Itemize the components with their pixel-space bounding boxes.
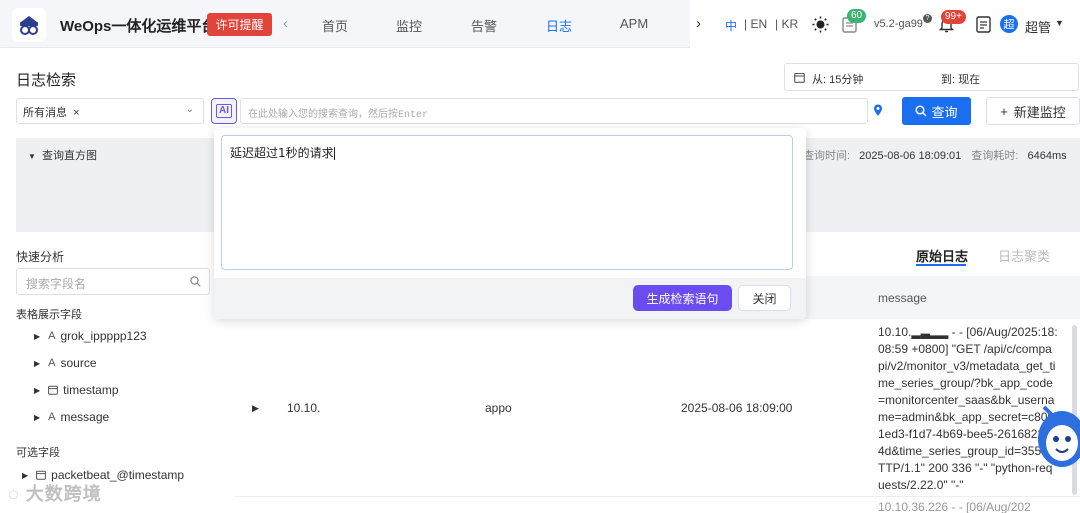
app-title: WeOps一体化运维平台 [60,18,217,35]
chevron-down-icon[interactable]: ⌄ [186,104,194,115]
close-popup-button[interactable]: 关闭 [738,285,791,311]
tab-logs[interactable]: 日志 [546,16,572,35]
field-item-message[interactable]: ▶ A message [34,410,109,424]
caret-right-icon[interactable]: ▶ [34,332,40,341]
plus-icon: + [1000,103,1008,119]
query-meta: 查询时间: 2025-08-06 18:09:01 查询耗时: 6464ms [803,147,1067,163]
text-type-icon: A [48,411,56,423]
ai-query-textarea[interactable]: 延迟超过1秒的请求 [221,135,793,270]
query-time-value: 2025-08-06 18:09:01 [859,150,962,162]
query-duration-value: 6464ms [1027,150,1067,162]
row-message: 10.10.▂▃▂▂ - - [06/Aug/2025:18:08:59 +08… [878,325,1058,492]
active-tab-underline [916,264,966,266]
query-duration-label: 查询耗时: [971,150,1019,162]
calendar-icon [794,72,805,83]
calendar-type-icon [36,470,47,480]
field-item-source[interactable]: ▶ A source [34,356,97,370]
search-icon[interactable] [190,276,201,287]
user-menu-caret-icon[interactable]: ▼ [1055,18,1064,28]
document-icon[interactable] [976,16,991,33]
tab-home[interactable]: 首页 [322,16,348,35]
tab-monitor[interactable]: 监控 [396,16,422,35]
user-name[interactable]: 超管 [1025,17,1051,36]
time-range-picker[interactable]: 从: 15分钟 到: 现在 [784,63,1079,91]
remove-tag-icon[interactable]: × [73,107,79,119]
row-source: appo [485,401,512,415]
caret-right-icon[interactable]: ▶ [34,359,40,368]
ai-label: AI [216,104,232,118]
field-name: source [60,356,97,370]
field-search-placeholder: 搜索字段名 [26,277,87,291]
field-item-timestamp[interactable]: ▶ timestamp [34,383,119,397]
ai-query-popup: 延迟超过1秒的请求 生成检索语句 关闭 [214,128,806,319]
watermark-logo-icon: ◌ [8,484,20,504]
new-monitor-label: 新建监控 [1013,104,1066,120]
time-from: 从: 15分钟 [812,74,864,86]
field-name: grok_ippppp123 [60,329,147,343]
popup-footer: 生成检索语句 关闭 [214,278,806,319]
watermark-text: 大数跨境 [25,484,102,504]
tab-raw-logs[interactable]: 原始日志 [916,246,968,265]
ai-assistant-button[interactable]: AI [211,98,237,124]
search-button[interactable]: 查询 [902,97,971,125]
histogram-toggle[interactable]: ▼ 查询直方图 [28,147,97,163]
lang-zh[interactable]: 中 [725,17,737,34]
query-time-label: 查询时间: [803,150,851,162]
column-header-message: message [878,291,927,305]
message-type-select[interactable]: 所有消息 × ⌄ [16,98,204,124]
expand-row-icon[interactable]: ▶ [252,403,259,414]
generate-query-button[interactable]: 生成检索语句 [633,285,732,311]
tab-apm[interactable]: APM [620,16,648,31]
caret-right-icon[interactable]: ▶ [22,471,28,480]
text-type-icon: A [48,330,56,342]
time-to: 到: 现在 [941,74,981,86]
ai-query-text: 延迟超过1秒的请求 [230,146,334,160]
assistant-mascot-icon[interactable] [1032,395,1080,473]
search-icon [915,105,928,117]
caret-right-icon[interactable]: ▶ [34,413,40,422]
calendar-type-icon [48,385,59,395]
alerts-count-badge: 99+ [941,10,966,24]
selected-tag-label: 所有消息 [23,107,67,119]
table-fields-label: 表格展示字段 [16,309,82,321]
field-search-input[interactable]: 搜索字段名 [16,268,210,295]
field-item-grok[interactable]: ▶ A grok_ippppp123 [34,329,147,343]
caret-right-icon[interactable]: ▶ [34,386,40,395]
theme-sun-icon[interactable] [812,16,829,33]
license-reminder-button[interactable]: 许可提醒 [207,13,272,36]
notes-count-badge: 60 [847,9,867,23]
next-row-preview: 10.10.36.226 - - [06/Aug/202 [878,500,1031,513]
search-query-placeholder: 在此处输入您的搜索查询，然后按Enter [248,110,429,121]
lang-en[interactable]: | EN [744,17,767,31]
app-logo-icon[interactable] [12,8,46,42]
lang-kr[interactable]: | KR [775,17,798,31]
help-icon[interactable]: ? [923,14,932,23]
watermark: ◌ 大数跨境 [8,480,102,506]
text-cursor [333,147,335,160]
text-type-icon: A [48,357,56,369]
tab-alerts[interactable]: 告警 [471,16,497,35]
row-timestamp: 2025-08-06 18:09:00 [681,401,793,415]
tab-log-clustering[interactable]: 日志聚类 [998,246,1050,265]
page-title: 日志检索 [16,72,77,89]
search-button-label: 查询 [931,104,958,120]
top-header: WeOps一体化运维平台 许可提醒 ‹ 首页 监控 告警 日志 APM › 中 … [0,0,1080,48]
nav-scroll-right-icon[interactable]: › [696,15,701,32]
user-avatar[interactable]: 超 [1000,15,1018,33]
selected-tag: 所有消息 × [23,104,80,119]
field-name: timestamp [63,383,119,397]
quick-analysis-title: 快速分析 [16,250,65,264]
version-label: v5.2-ga99 [874,18,923,30]
optional-fields-label: 可选字段 [16,447,60,459]
nav-scroll-left-icon[interactable]: ‹ [283,15,288,32]
row-ip: 10.10. [287,401,321,415]
histogram-toggle-label: 查询直方图 [41,150,97,162]
field-name: message [60,410,110,424]
caret-down-icon: ▼ [28,152,36,161]
location-pin-icon[interactable] [873,104,883,117]
search-query-input[interactable]: 在此处输入您的搜索查询，然后按Enter [240,98,868,124]
new-monitor-button[interactable]: + 新建监控 [986,97,1080,125]
